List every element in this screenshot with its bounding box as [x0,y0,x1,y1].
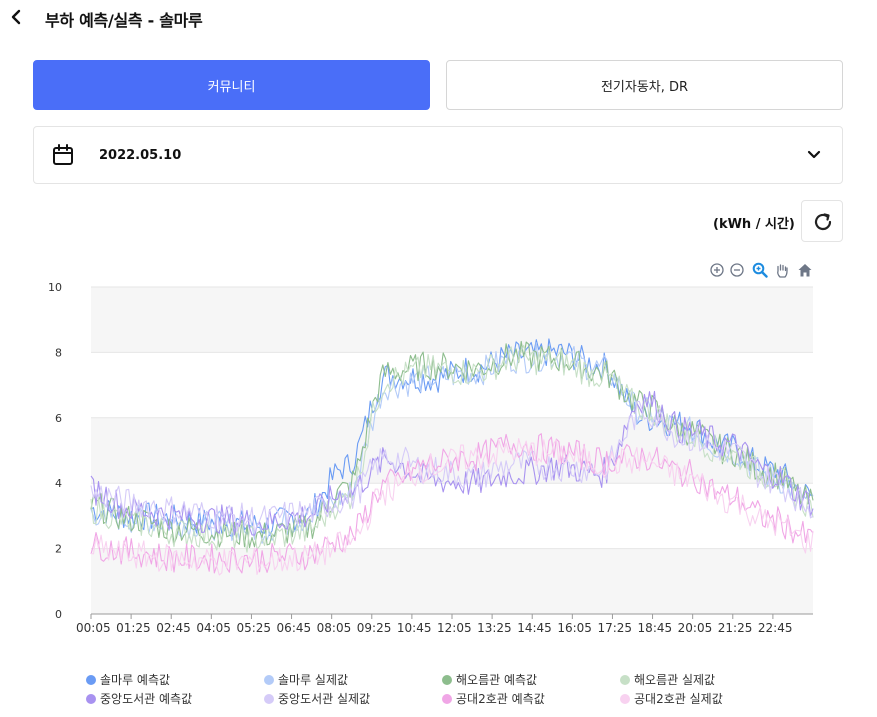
x-tick-label: 12:05 [437,621,472,635]
legend-marker [264,693,274,704]
legend-item[interactable]: 공대2호관 실제값 [620,690,723,707]
chevron-left-icon [11,9,21,25]
tab-community-label: 커뮤니티 [207,79,256,95]
legend-marker [442,674,452,685]
legend-item[interactable]: 공대2호관 예측값 [442,690,545,707]
legend-label: 솔마루 예측값 [100,673,171,687]
y-tick-label: 6 [55,412,62,425]
x-tick-label: 13:25 [477,621,512,635]
legend-label: 중앙도서관 실제값 [278,692,371,706]
legend-marker [442,693,452,704]
tab-ev-dr-label: 전기자동차, DR [600,79,689,95]
back-button[interactable] [8,6,26,28]
refresh-button[interactable] [801,200,843,242]
x-tick-label: 10:45 [397,621,432,635]
legend-label: 솔마루 실제값 [278,673,349,687]
x-tick-label: 21:25 [718,621,753,635]
x-tick-label: 01:25 [116,621,151,635]
legend-label: 해오름관 예측값 [456,673,538,687]
legend-label: 해오름관 실제값 [634,673,716,687]
x-tick-label: 17:25 [597,621,632,635]
legend-marker [620,693,630,704]
unit-label: (kWh / 시간) [713,217,795,232]
selected-date: 2022.05.10 [99,148,182,163]
legend-label: 공대2호관 실제값 [634,692,723,706]
y-tick-label: 4 [55,477,62,490]
x-tick-label: 09:25 [357,621,392,635]
legend-marker [86,693,96,704]
chevron-down-icon[interactable] [806,147,822,163]
legend-marker [264,674,274,685]
y-tick-label: 8 [55,346,62,359]
calendar-icon [51,143,75,167]
tab-community[interactable]: 커뮤니티 [33,60,430,110]
x-tick-label: 18:45 [638,621,673,635]
refresh-icon [814,213,832,231]
y-tick-label: 10 [48,281,62,294]
legend-marker [86,674,96,685]
y-tick-label: 0 [55,608,62,621]
x-tick-label: 02:45 [156,621,191,635]
load-chart[interactable]: 0 2 4 6 8 10 00:05 01:25 02:45 04:05 05:25 06:45 08:… [0,275,877,717]
x-tick-label: 22:45 [758,621,793,635]
x-tick-label: 14:45 [517,621,552,635]
legend-label: 공대2호관 예측값 [456,692,545,706]
legend-item[interactable]: 솔마루 예측값 [86,671,170,688]
legend-item[interactable]: 중앙도서관 실제값 [264,690,370,707]
legend-item[interactable]: 솔마루 실제값 [264,671,348,688]
tab-ev-dr[interactable]: 전기자동차, DR [446,60,843,110]
legend-item[interactable]: 해오름관 실제값 [620,671,715,688]
x-tick-label: 05:25 [236,621,271,635]
legend-label: 중앙도서관 예측값 [100,692,193,706]
x-tick-label: 00:05 [76,621,111,635]
x-tick-label: 06:45 [277,621,312,635]
legend-item[interactable]: 중앙도서관 예측값 [86,690,192,707]
x-tick-label: 16:05 [557,621,592,635]
legend-marker [620,674,630,685]
page-header: 부하 예측/실측 - 솔마루 [0,0,877,36]
y-tick-label: 2 [55,543,62,556]
date-picker[interactable]: 2022.05.10 [33,126,843,184]
x-tick-label: 04:05 [196,621,231,635]
grid-band [91,287,813,353]
x-tick-label: 08:05 [317,621,352,635]
page-title: 부하 예측/실측 - 솔마루 [45,11,203,30]
legend-item[interactable]: 해오름관 예측값 [442,671,537,688]
x-tick-label: 20:05 [678,621,713,635]
